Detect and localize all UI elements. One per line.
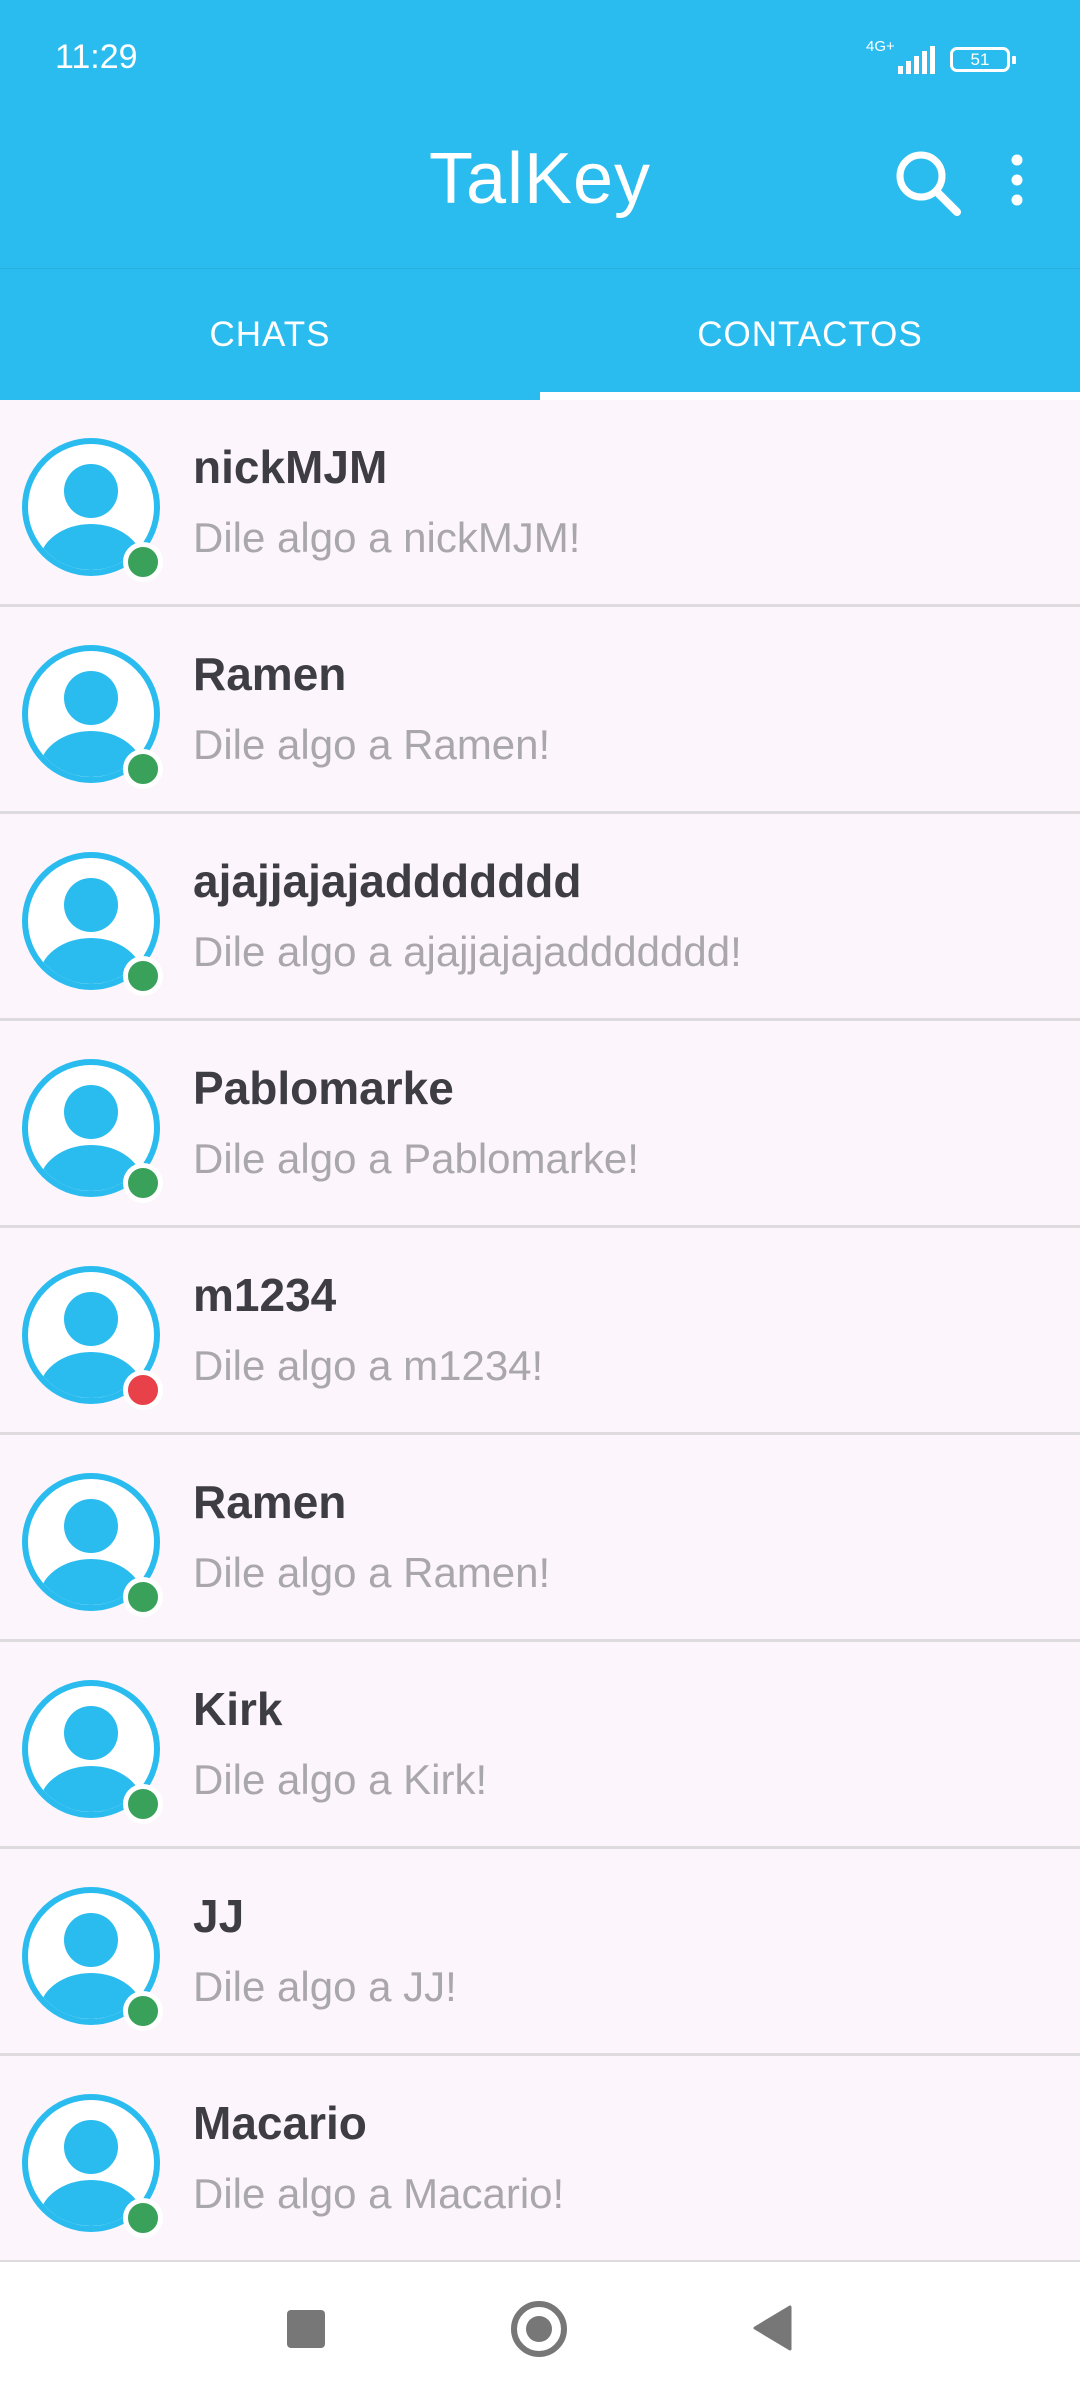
contact-row-ramen[interactable]: Ramen Dile algo a Ramen! <box>0 607 1080 814</box>
system-nav-bar <box>0 2262 1080 2400</box>
contact-name: Ramen <box>193 648 347 700</box>
contact-message: Dile algo a JJ! <box>193 1963 457 2010</box>
battery-icon: 51 <box>950 47 1016 72</box>
triangle-back-icon[interactable] <box>752 2304 792 2352</box>
contact-name: m1234 <box>193 1269 337 1321</box>
contact-name: nickMJM <box>193 441 388 493</box>
contact-name: JJ <box>193 1890 245 1942</box>
contact-name: Pablomarke <box>193 1062 454 1114</box>
contact-row-pablomarke[interactable]: Pablomarke Dile algo a Pablomarke! <box>0 1021 1080 1228</box>
online-status-dot <box>123 1784 163 1824</box>
square-icon[interactable] <box>287 2310 325 2348</box>
more-vert-icon[interactable] <box>1002 152 1032 208</box>
contact-row-macario[interactable]: Macario Dile algo a Macario! <box>0 2056 1080 2263</box>
contact-row-m1234[interactable]: m1234 Dile algo a m1234! <box>0 1228 1080 1435</box>
contact-row-jj[interactable]: JJ Dile algo a JJ! <box>0 1849 1080 2056</box>
tab-contactos[interactable]: CONTACTOS <box>540 269 1080 401</box>
network-type: 4G+ <box>866 38 895 55</box>
contact-message: Dile algo a Macario! <box>193 2170 565 2217</box>
contact-list: nickMJM Dile algo a nickMJM! Ramen Dile … <box>0 400 1080 2263</box>
signal-icon <box>898 46 935 74</box>
contact-message: Dile algo a nickMJM! <box>193 514 581 561</box>
online-status-dot <box>123 1577 163 1617</box>
search-icon[interactable] <box>893 148 963 218</box>
contact-row-kirk[interactable]: Kirk Dile algo a Kirk! <box>0 1642 1080 1849</box>
contact-message: Dile algo a m1234! <box>193 1342 544 1389</box>
online-status-dot <box>123 2198 163 2238</box>
contact-row-ajajjajajaddddddd[interactable]: ajajjajajaddddddd Dile algo a ajajjajaja… <box>0 814 1080 1021</box>
offline-status-dot <box>123 1370 163 1410</box>
app-bar: 11:29 4G+ 51 TalKey CHATS CONTACTOS <box>0 0 1080 401</box>
contact-row-nickmjm[interactable]: nickMJM Dile algo a nickMJM! <box>0 400 1080 607</box>
contact-message: Dile algo a Pablomarke! <box>193 1135 639 1182</box>
contact-message: Dile algo a Ramen! <box>193 721 551 768</box>
tab-bar: CHATS CONTACTOS <box>0 268 1080 401</box>
contact-name: Macario <box>193 2097 367 2149</box>
circle-icon[interactable] <box>510 2300 568 2358</box>
online-status-dot <box>123 749 163 789</box>
online-status-dot <box>123 956 163 996</box>
contact-message: Dile algo a Ramen! <box>193 1549 551 1596</box>
online-status-dot <box>123 1163 163 1203</box>
contact-name: Kirk <box>193 1683 283 1735</box>
contact-name: Ramen <box>193 1476 347 1528</box>
status-time: 11:29 <box>55 38 138 76</box>
status-bar: 11:29 4G+ 51 <box>0 0 1080 120</box>
contact-name: ajajjajajaddddddd <box>193 855 582 907</box>
tab-chats[interactable]: CHATS <box>0 269 540 401</box>
online-status-dot <box>123 1991 163 2031</box>
contact-message: Dile algo a ajajjajajaddddddd! <box>193 928 742 975</box>
contact-row-ramen-2[interactable]: Ramen Dile algo a Ramen! <box>0 1435 1080 1642</box>
network-indicator: 4G+ <box>866 38 936 78</box>
online-status-dot <box>123 542 163 582</box>
contact-message: Dile algo a Kirk! <box>193 1756 488 1803</box>
